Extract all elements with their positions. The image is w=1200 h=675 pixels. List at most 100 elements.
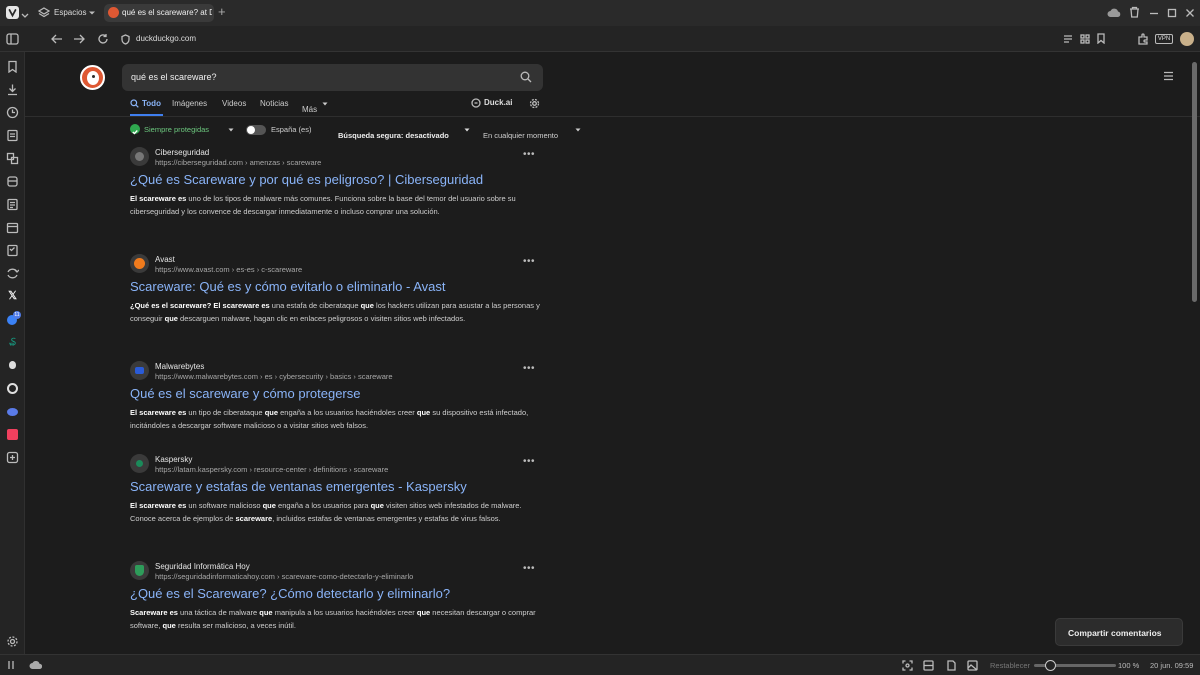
time-filter[interactable]: En cualquier momento bbox=[483, 125, 583, 140]
result-source[interactable]: Seguridad Informática Hoy bbox=[155, 562, 250, 571]
panel-toggle-icon[interactable] bbox=[6, 660, 17, 670]
extensions-icon[interactable] bbox=[1137, 33, 1149, 45]
region-label[interactable]: España (es) bbox=[271, 125, 311, 134]
trash-icon[interactable] bbox=[1129, 6, 1140, 18]
bookmarks-panel-icon[interactable] bbox=[6, 60, 19, 73]
cloud-sync-icon[interactable] bbox=[1107, 7, 1121, 18]
more-options-icon[interactable]: ••• bbox=[523, 149, 535, 160]
tab-more[interactable]: Más bbox=[302, 99, 332, 114]
tab-news[interactable]: Noticias bbox=[260, 99, 288, 108]
region-toggle[interactable] bbox=[246, 125, 266, 135]
spaces-label: Espacios bbox=[54, 8, 87, 17]
vivaldi-menu-icon[interactable] bbox=[6, 6, 19, 19]
zoom-reset-button[interactable]: Restablecer bbox=[990, 661, 1030, 670]
music-icon[interactable] bbox=[6, 428, 19, 441]
translate-app-icon[interactable]: ₷ bbox=[6, 336, 19, 349]
notes-panel-icon[interactable] bbox=[6, 129, 19, 142]
scrollbar[interactable] bbox=[1191, 54, 1198, 652]
x-twitter-icon[interactable]: 𝕏 bbox=[6, 290, 19, 303]
menu-icon[interactable] bbox=[1163, 71, 1174, 81]
gear-icon[interactable] bbox=[529, 98, 540, 109]
tabs-divider bbox=[25, 116, 1200, 117]
result-url[interactable]: https://seguridadinformaticahoy.com › sc… bbox=[155, 572, 413, 581]
result-url[interactable]: https://www.avast.com › es-es › c-scarew… bbox=[155, 265, 302, 274]
more-options-icon[interactable]: ••• bbox=[523, 456, 535, 467]
result-title[interactable]: ¿Qué es el Scareware? ¿Cómo detectarlo y… bbox=[130, 586, 450, 601]
capture-icon[interactable] bbox=[902, 660, 913, 671]
new-tab-icon[interactable]: + bbox=[218, 5, 226, 19]
translate-panel-icon[interactable] bbox=[6, 152, 19, 165]
web-page: qué es el scareware? Todo Imágenes Video… bbox=[25, 52, 1200, 654]
result-title[interactable]: Scareware y estafas de ventanas emergent… bbox=[130, 479, 467, 494]
chevron-down-icon[interactable] bbox=[21, 7, 29, 25]
protection-filter[interactable]: Siempre protegidas bbox=[130, 124, 235, 136]
search-result: Avast https://www.avast.com › es-es › c-… bbox=[130, 254, 550, 349]
page-actions-icon[interactable] bbox=[945, 660, 956, 671]
check-circle-icon bbox=[130, 124, 140, 135]
result-source[interactable]: Avast bbox=[155, 255, 175, 264]
result-url[interactable]: https://ciberseguridad.com › amenzas › s… bbox=[155, 158, 321, 167]
apple-icon[interactable] bbox=[6, 359, 19, 372]
mail-panel-icon[interactable] bbox=[6, 198, 19, 211]
panel-toggle-icon[interactable] bbox=[6, 33, 19, 45]
search-icon[interactable] bbox=[520, 71, 532, 83]
back-icon[interactable] bbox=[50, 33, 63, 45]
duckduckgo-logo[interactable] bbox=[80, 65, 105, 90]
tab-images[interactable]: Imágenes bbox=[172, 99, 207, 108]
chatgpt-icon[interactable] bbox=[6, 382, 19, 395]
duck-ai-button[interactable]: Duck.ai bbox=[471, 98, 517, 110]
result-title[interactable]: ¿Qué es Scareware y por qué es peligroso… bbox=[130, 172, 483, 187]
assistant-icon[interactable] bbox=[6, 405, 19, 418]
result-source[interactable]: Kaspersky bbox=[155, 455, 192, 464]
tile-tabs-icon[interactable] bbox=[923, 660, 934, 671]
reload-icon[interactable] bbox=[97, 33, 109, 45]
outlook-icon[interactable]: 11 bbox=[6, 311, 21, 326]
feedback-button[interactable]: Compartir comentarios bbox=[1055, 618, 1183, 646]
close-window-button[interactable] bbox=[1184, 6, 1196, 18]
reader-view-icon[interactable] bbox=[1063, 34, 1073, 44]
result-url[interactable]: https://latam.kaspersky.com › resource-c… bbox=[155, 465, 388, 474]
profile-avatar[interactable] bbox=[1180, 32, 1194, 46]
zoom-slider-handle[interactable] bbox=[1045, 660, 1056, 671]
tab-active[interactable]: qué es el scareware? at Duc bbox=[104, 4, 214, 22]
downloads-panel-icon[interactable] bbox=[6, 83, 19, 96]
address-toolbar: duckduckgo.com VPN bbox=[0, 26, 1200, 52]
bookmark-icon[interactable] bbox=[1097, 33, 1105, 44]
result-title[interactable]: Scareware: Qué es y cómo evitarlo o elim… bbox=[130, 279, 446, 294]
duckduckgo-favicon bbox=[108, 7, 119, 18]
safe-search-label: Búsqueda segura: desactivado bbox=[338, 131, 449, 140]
history-panel-icon[interactable] bbox=[6, 106, 19, 119]
url-field[interactable]: duckduckgo.com bbox=[116, 30, 1116, 48]
safe-search-filter[interactable]: Búsqueda segura: desactivado bbox=[338, 125, 478, 140]
reading-list-panel-icon[interactable] bbox=[6, 175, 19, 188]
forward-icon[interactable] bbox=[73, 33, 86, 45]
result-source[interactable]: Ciberseguridad bbox=[155, 148, 209, 157]
calendar-panel-icon[interactable] bbox=[6, 221, 19, 234]
result-title[interactable]: Qué es el scareware y cómo protegerse bbox=[130, 386, 361, 401]
more-options-icon[interactable]: ••• bbox=[523, 256, 535, 267]
feeds-panel-icon[interactable] bbox=[6, 267, 19, 280]
result-snippet: El scareware es uno de los tipos de malw… bbox=[130, 194, 516, 216]
result-url[interactable]: https://www.malwarebytes.com › es › cybe… bbox=[155, 372, 393, 381]
vpn-button[interactable]: VPN bbox=[1155, 34, 1173, 44]
cloud-icon[interactable] bbox=[29, 660, 42, 670]
maximize-button[interactable] bbox=[1166, 6, 1178, 18]
scrollbar-thumb[interactable] bbox=[1192, 62, 1197, 302]
search-input[interactable]: qué es el scareware? bbox=[131, 72, 217, 82]
tasks-panel-icon[interactable] bbox=[6, 244, 19, 257]
qr-code-icon[interactable] bbox=[1080, 34, 1090, 44]
settings-icon[interactable] bbox=[6, 635, 19, 648]
add-panel-icon[interactable] bbox=[6, 451, 19, 464]
zoom-slider[interactable] bbox=[1034, 660, 1116, 671]
image-toggle-icon[interactable] bbox=[967, 660, 978, 671]
more-options-icon[interactable]: ••• bbox=[523, 363, 535, 374]
tab-videos[interactable]: Videos bbox=[222, 99, 246, 108]
search-icon bbox=[130, 99, 139, 108]
minimize-button[interactable] bbox=[1148, 6, 1160, 18]
site-favicon bbox=[130, 254, 149, 273]
result-source[interactable]: Malwarebytes bbox=[155, 362, 204, 371]
spaces-button[interactable]: Espacios bbox=[36, 5, 98, 21]
search-box[interactable]: qué es el scareware? bbox=[122, 64, 543, 91]
layers-icon bbox=[38, 7, 50, 18]
more-options-icon[interactable]: ••• bbox=[523, 563, 535, 574]
